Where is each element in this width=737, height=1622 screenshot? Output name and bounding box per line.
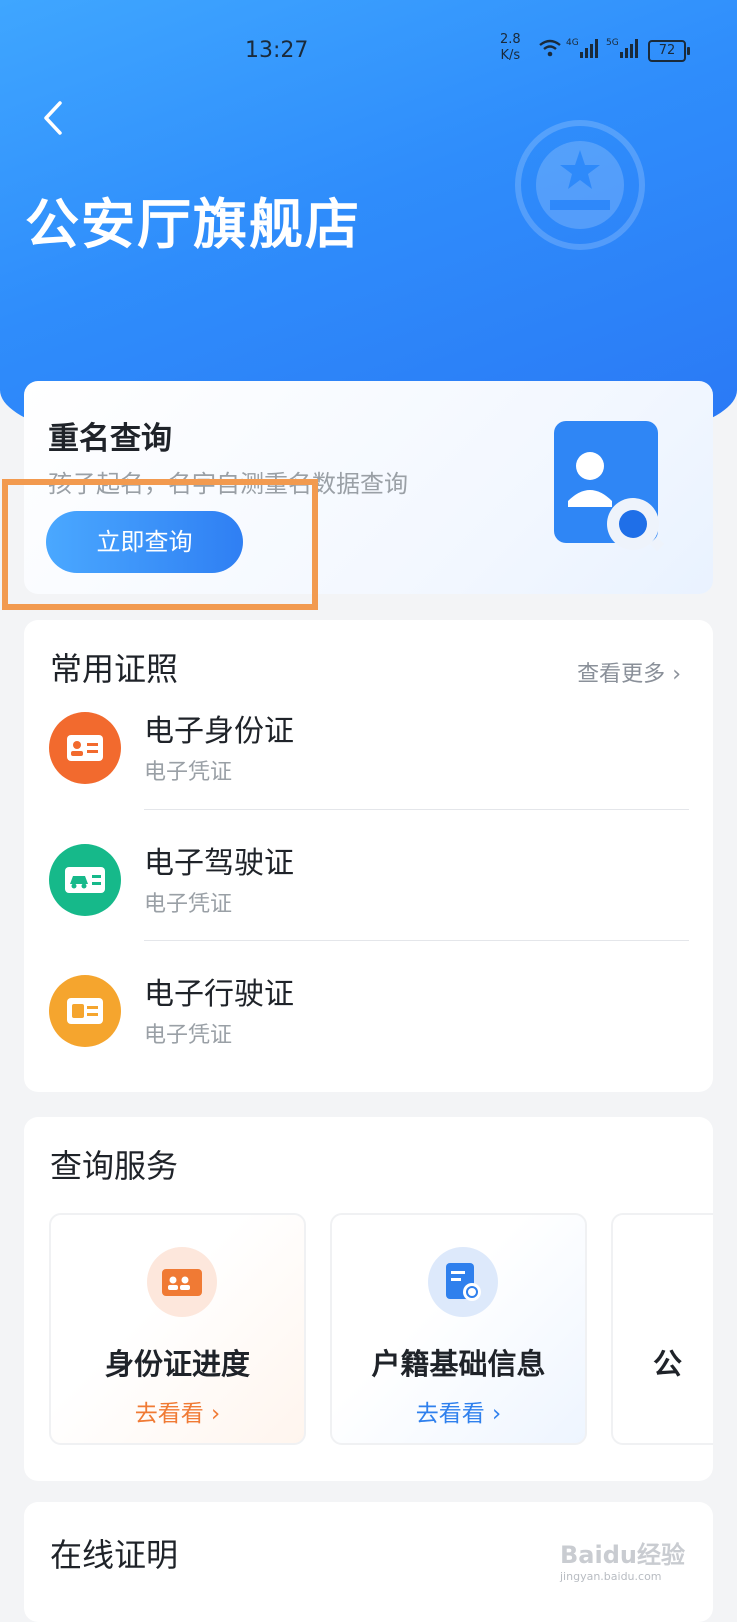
view-more-label: 查看更多 [577,662,666,687]
status-time: 13:27 [245,38,309,63]
sig2-label: 5G [606,38,619,48]
cert-name: 电子驾驶证 [144,846,294,881]
go-see-label: 去看看 [134,1401,204,1427]
go-see-label: 去看看 [415,1401,485,1427]
service-id-progress[interactable]: 身份证进度 去看看 › [49,1213,306,1445]
sig1-label: 4G [566,38,579,48]
wifi-icon [539,39,561,57]
common-certificates-card: 常用证照 查看更多 › 电子身份证 电子凭证 电子驾驶证 电子凭证 电子行驶证 … [24,620,713,1092]
service-title: 户籍基础信息 [371,1347,546,1381]
id-card-icon [147,1247,217,1317]
service-title: 公 [653,1347,683,1381]
section-title-online: 在线证明 [50,1536,179,1574]
highlight-box [2,479,318,610]
go-see-link[interactable]: 去看看 › [51,1394,304,1428]
signal-5g-icon: 5G [606,38,638,58]
net-speed-unit: K/s [500,48,521,63]
net-speed-value: 2.8 [500,32,521,47]
battery-indicator: 72 [648,40,690,62]
cert-name: 电子身份证 [144,714,294,749]
go-see-link[interactable]: 去看看 › [332,1394,585,1428]
chevron-right-icon: › [672,662,681,687]
query-services-card: 查询服务 身份证进度 去看看 › 户籍基础信息 去看看 › 公 [24,1117,713,1481]
divider [144,940,689,941]
vehicle-license-icon [49,975,121,1047]
baidu-watermark: Baidu经验 jingyan.baidu.com [560,1535,685,1583]
rename-card-title: 重名查询 [48,421,172,457]
section-title-query: 查询服务 [50,1147,179,1185]
person-search-icon [554,421,665,552]
cert-item-vehicle-license[interactable]: 电子行驶证 电子凭证 [24,963,713,1095]
watermark-url: jingyan.baidu.com [560,1570,662,1583]
net-speed: 2.8 K/s [500,32,521,64]
service-title: 身份证进度 [104,1347,250,1381]
page-title: 公安厅旗舰店 [25,193,361,256]
service-partial[interactable]: 公 [611,1213,713,1445]
cert-desc: 电子凭证 [144,760,233,785]
view-more-link[interactable]: 查看更多 › [577,656,681,688]
service-household-info[interactable]: 户籍基础信息 去看看 › [330,1213,587,1445]
chevron-right-icon: › [211,1401,221,1427]
status-bar: 13:27 2.8 K/s 4G 5G 72 [0,30,737,70]
section-title-certificates: 常用证照 [50,650,179,688]
signal-4g-icon: 4G [566,38,598,58]
watermark-brand: Baidu经验 [560,1541,685,1569]
cert-item-id-card[interactable]: 电子身份证 电子凭证 [24,700,713,832]
car-icon [49,844,121,916]
id-card-icon [49,712,121,784]
cert-item-driver-license[interactable]: 电子驾驶证 电子凭证 [24,832,713,964]
cert-name: 电子行驶证 [144,977,294,1012]
back-icon[interactable] [38,98,68,138]
cert-desc: 电子凭证 [144,892,233,917]
police-emblem-icon [515,120,645,250]
divider [144,809,689,810]
household-search-icon [428,1247,498,1317]
chevron-right-icon: › [492,1401,502,1427]
cert-desc: 电子凭证 [144,1023,233,1048]
